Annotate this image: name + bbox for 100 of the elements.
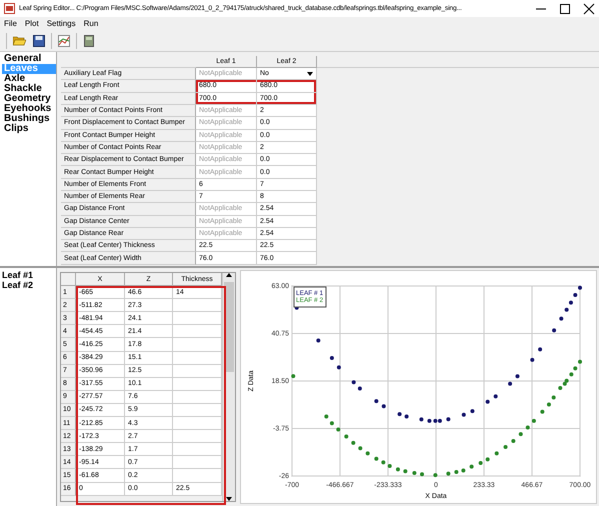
data-point [330, 421, 334, 426]
menu-item[interactable]: File [4, 19, 17, 28]
table-cell[interactable] [173, 430, 222, 444]
dropdown-arrow-icon [307, 72, 313, 76]
data-point [578, 286, 582, 290]
data-point [559, 316, 564, 321]
data-point [569, 372, 574, 376]
data-point [568, 300, 573, 305]
data-point [578, 360, 582, 364]
data-point [454, 470, 458, 474]
data-point [336, 365, 341, 370]
data-point [504, 444, 508, 449]
data-point [486, 400, 490, 404]
data-point [446, 472, 450, 476]
data-point [494, 451, 499, 456]
data-point [351, 440, 356, 445]
data-point [573, 292, 578, 297]
data-point [388, 464, 392, 468]
data-point [404, 414, 409, 418]
data-point [316, 338, 320, 342]
calculator-icon [84, 34, 94, 47]
data-point [396, 467, 400, 472]
calculate-button[interactable] [81, 32, 97, 49]
data-point [374, 399, 378, 404]
data-point [374, 456, 378, 461]
app-logo-icon [4, 3, 15, 14]
leaf-item[interactable]: Leaf #2 [2, 280, 54, 290]
data-point [462, 412, 466, 417]
data-point [382, 404, 386, 408]
category-item[interactable]: Shackle [2, 84, 56, 94]
data-point [419, 417, 424, 422]
data-point [546, 402, 551, 406]
data-point [433, 473, 438, 478]
data-point [352, 380, 356, 384]
save-button[interactable] [31, 32, 47, 49]
legend-box [294, 286, 326, 308]
data-point [552, 395, 556, 400]
data-point [532, 418, 536, 423]
data-point [358, 446, 362, 450]
data-point [412, 471, 416, 475]
data-point [508, 382, 512, 386]
table-cell[interactable] [173, 352, 222, 365]
data-point [427, 418, 432, 423]
data-point [358, 386, 362, 390]
data-point [344, 434, 348, 438]
data-point [478, 460, 483, 465]
data-point [515, 374, 520, 378]
table-cell[interactable] [173, 378, 222, 391]
menu-item[interactable]: Run [84, 19, 98, 28]
data-point [461, 468, 466, 472]
data-point [381, 460, 386, 464]
data-point [336, 427, 340, 432]
table-cell[interactable] [173, 469, 222, 482]
scroll-up-icon [226, 273, 232, 277]
table-cell[interactable] [173, 312, 222, 326]
category-item[interactable]: Clips [2, 124, 56, 134]
data-point [540, 410, 544, 414]
data-point [366, 451, 370, 456]
data-point [470, 464, 474, 469]
data-point [403, 469, 408, 474]
data-point [330, 356, 334, 360]
data-point [526, 426, 530, 430]
data-point [470, 409, 474, 414]
data-point [530, 358, 534, 362]
data-point [420, 472, 424, 476]
data-point [398, 412, 402, 416]
folder-icon [12, 35, 26, 46]
menu-item[interactable]: Plot [24, 19, 39, 28]
table-cell[interactable] [173, 338, 222, 352]
data-point [486, 457, 490, 462]
category-item[interactable]: Axle [2, 74, 56, 84]
data-point [564, 308, 569, 312]
table-cell[interactable] [173, 325, 222, 338]
table-cell[interactable] [173, 456, 222, 470]
plot-button[interactable] [56, 32, 72, 49]
table-cell[interactable] [173, 404, 222, 418]
data-point [518, 432, 523, 436]
data-point [446, 417, 450, 422]
data-point [573, 366, 578, 370]
category-item[interactable]: Eyehooks [2, 104, 56, 114]
data-point [538, 347, 542, 352]
table-cell[interactable] [173, 299, 222, 312]
table-cell[interactable] [173, 390, 222, 404]
category-item[interactable]: Bushings [2, 114, 56, 124]
menu-item[interactable]: Settings [46, 19, 76, 28]
data-point [511, 439, 516, 443]
maximize-icon [559, 2, 571, 14]
table-cell[interactable] [173, 443, 222, 456]
category-item[interactable]: General [2, 54, 56, 64]
leaf-item[interactable]: Leaf #1 [2, 270, 54, 280]
data-point [324, 414, 328, 418]
chart-icon [58, 34, 70, 47]
data-point [552, 328, 556, 332]
table-cell[interactable] [173, 364, 222, 378]
category-item[interactable]: Geometry [2, 94, 56, 104]
scroll-down-icon [226, 497, 232, 501]
data-point [291, 374, 296, 378]
data-point [494, 394, 498, 398]
close-icon [583, 2, 595, 14]
table-cell[interactable] [173, 417, 222, 430]
